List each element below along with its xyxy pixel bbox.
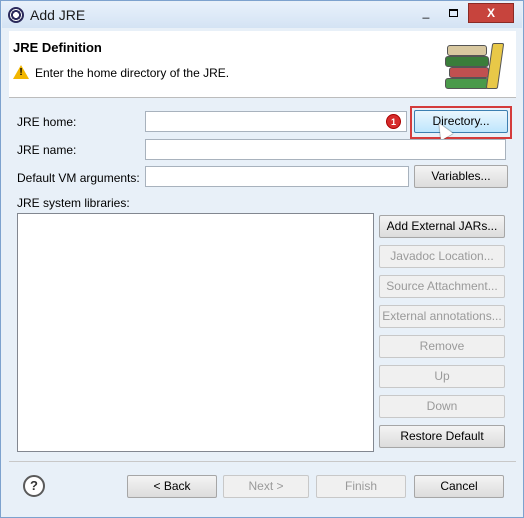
up-button[interactable]: Up — [379, 365, 505, 388]
form-area: JRE home: 1 Directory... JRE name: Defau… — [9, 99, 516, 461]
book-shape — [445, 78, 489, 89]
down-button[interactable]: Down — [379, 395, 505, 418]
maximize-icon — [448, 9, 458, 17]
libraries-label: JRE system libraries: — [17, 196, 130, 210]
window-title: Add JRE — [30, 7, 86, 23]
jre-libraries-list[interactable] — [17, 213, 374, 452]
close-button[interactable]: X — [468, 3, 514, 23]
books-library-icon — [443, 39, 505, 91]
remove-button[interactable]: Remove — [379, 335, 505, 358]
banner-title: JRE Definition — [13, 40, 102, 55]
eclipse-icon — [8, 7, 24, 23]
back-button[interactable]: < Back — [127, 475, 217, 498]
vm-args-label: Default VM arguments: — [17, 171, 140, 185]
directory-button[interactable]: Directory... — [414, 110, 508, 133]
jre-home-input[interactable] — [145, 111, 407, 132]
restore-default-button[interactable]: Restore Default — [379, 425, 505, 448]
help-icon[interactable]: ? — [23, 475, 45, 497]
book-shape — [485, 43, 505, 89]
jre-name-input[interactable] — [145, 139, 506, 160]
add-external-jars-button[interactable]: Add External JARs... — [379, 215, 505, 238]
jre-name-label: JRE name: — [17, 143, 77, 157]
book-shape — [447, 45, 487, 56]
book-shape — [445, 56, 489, 67]
javadoc-location-button[interactable]: Javadoc Location... — [379, 245, 505, 268]
footer-separator — [9, 461, 516, 462]
book-shape — [449, 67, 489, 78]
next-button[interactable]: Next > — [223, 475, 309, 498]
step-badge: 1 — [386, 114, 401, 129]
source-attachment-button[interactable]: Source Attachment... — [379, 275, 505, 298]
title-bar: Add JRE _ X — [2, 2, 522, 28]
minimize-button[interactable]: _ — [413, 3, 439, 23]
jre-home-label: JRE home: — [17, 115, 77, 129]
vm-args-input[interactable] — [145, 166, 409, 187]
add-jre-dialog: Add JRE _ X JRE Definition ! Enter the h… — [0, 0, 524, 518]
dialog-banner: JRE Definition ! Enter the home director… — [9, 31, 516, 98]
finish-button[interactable]: Finish — [316, 475, 406, 498]
external-annotations-button[interactable]: External annotations... — [379, 305, 505, 328]
warning-exclamation: ! — [19, 67, 23, 78]
maximize-button[interactable] — [440, 3, 466, 23]
cancel-button[interactable]: Cancel — [414, 475, 504, 498]
variables-button[interactable]: Variables... — [414, 165, 508, 188]
banner-message: Enter the home directory of the JRE. — [35, 66, 230, 80]
